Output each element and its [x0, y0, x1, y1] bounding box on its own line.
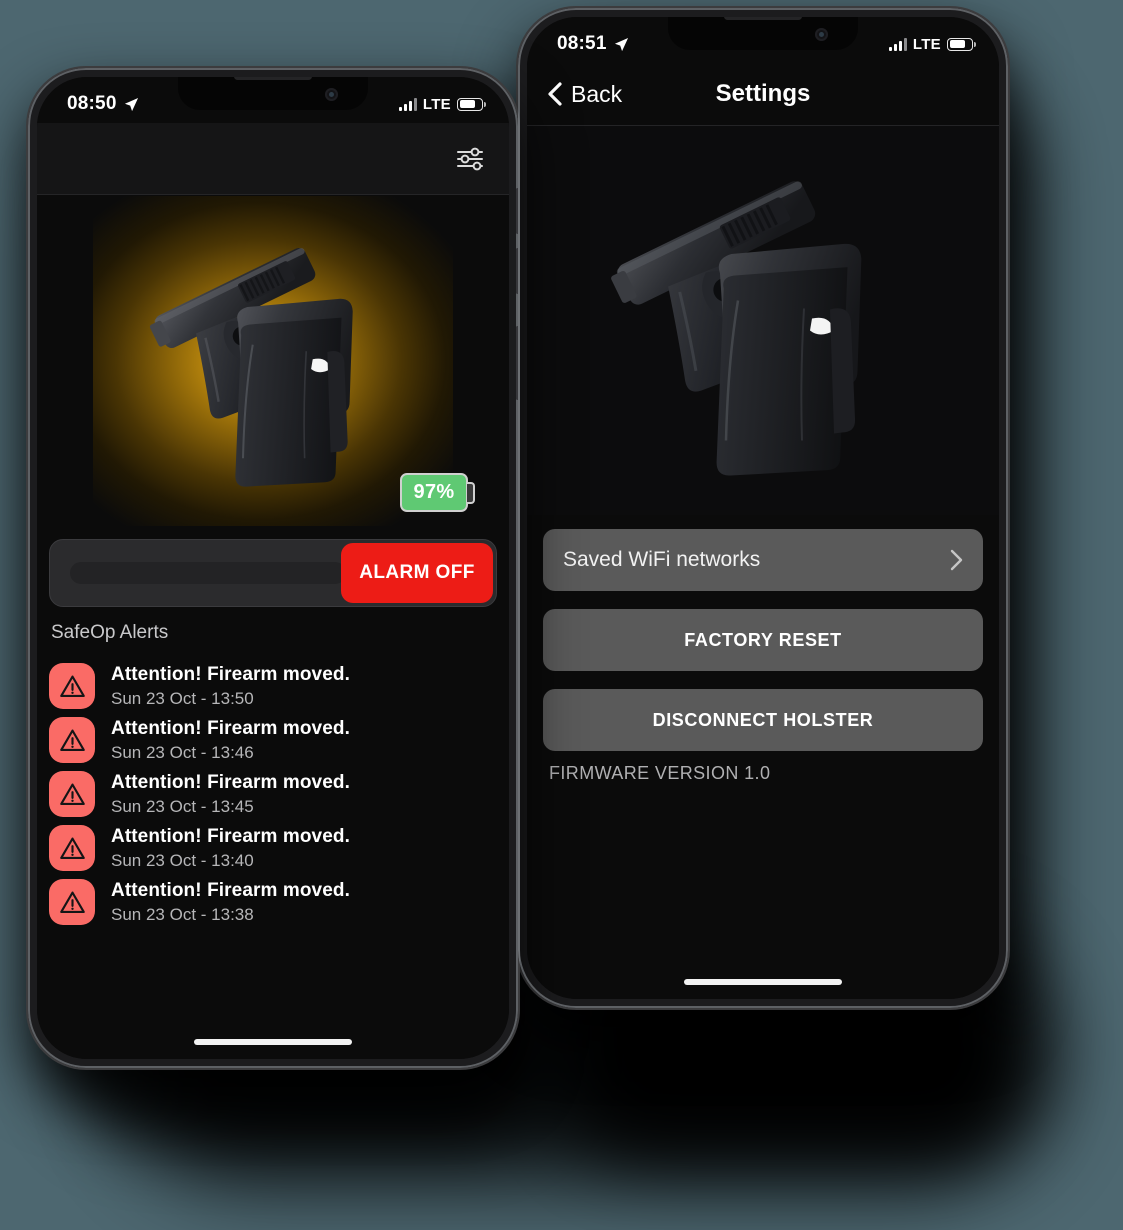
warning-triangle-icon: [49, 717, 95, 763]
front-camera-icon: [325, 88, 338, 101]
firmware-version-label: FIRMWARE VERSION 1.0: [549, 763, 771, 783]
home-phone-device: 97% 08:50 LTE ALARM OFF SafeOp Alerts At…: [28, 68, 518, 1068]
alert-title: Attention! Firearm moved.: [111, 663, 350, 685]
settings-product-hero: [527, 125, 999, 515]
warning-triangle-icon: [49, 825, 95, 871]
alarm-slider[interactable]: ALARM OFF: [49, 539, 497, 607]
factory-reset-button[interactable]: FACTORY RESET: [543, 609, 983, 671]
settings-item-label: FACTORY RESET: [684, 629, 842, 650]
back-button[interactable]: Back: [547, 81, 622, 108]
list-item[interactable]: Attention! Firearm moved. Sun 23 Oct - 1…: [49, 713, 497, 767]
status-indicators: LTE: [888, 35, 976, 53]
warning-triangle-icon: [49, 879, 95, 925]
alert-timestamp: Sun 23 Oct - 13:50: [111, 688, 254, 708]
warning-triangle-icon: [49, 663, 95, 709]
power-button[interactable]: [516, 326, 518, 400]
settings-item-saved-wifi[interactable]: Saved WiFi networks: [543, 529, 983, 591]
back-label: Back: [571, 80, 623, 107]
alert-title: Attention! Firearm moved.: [111, 717, 350, 739]
status-indicators: LTE: [398, 95, 486, 113]
settings-options-list: Saved WiFi networks FACTORY RESET DISCON…: [527, 529, 999, 769]
disconnect-holster-button[interactable]: DISCONNECT HOLSTER: [543, 689, 983, 751]
settings-phone-device: 08:51 LTE Back Settings Saved WiFi netwo…: [518, 8, 1008, 1008]
device-notch: [178, 77, 368, 110]
cellular-bars-icon: [888, 37, 907, 51]
chevron-right-icon: [950, 549, 963, 571]
holster-with-firearm-image: [598, 133, 928, 508]
warning-triangle-icon: [49, 771, 95, 817]
home-app: 97% 08:50 LTE ALARM OFF SafeOp Alerts At…: [37, 77, 509, 1059]
status-time-group: 08:50: [67, 93, 139, 115]
alert-timestamp: Sun 23 Oct - 13:46: [111, 742, 254, 762]
status-time: 08:51: [557, 33, 607, 54]
home-toolbar: [37, 123, 509, 195]
home-phone-screen: 97% 08:50 LTE ALARM OFF SafeOp Alerts At…: [37, 77, 509, 1059]
battery-level-badge: 97%: [400, 473, 475, 512]
battery-icon: [947, 37, 976, 51]
alert-timestamp: Sun 23 Oct - 13:40: [111, 850, 254, 870]
settings-nav-bar: Back Settings: [527, 63, 999, 126]
cellular-bars-icon: [398, 97, 417, 111]
volume-down-button[interactable]: [516, 248, 518, 294]
alert-title: Attention! Firearm moved.: [111, 825, 350, 847]
list-item[interactable]: Attention! Firearm moved. Sun 23 Oct - 1…: [49, 767, 497, 821]
battery-icon: [457, 97, 486, 111]
network-type-label: LTE: [422, 95, 451, 113]
settings-phone-screen: 08:51 LTE Back Settings Saved WiFi netwo…: [527, 17, 999, 999]
list-item[interactable]: Attention! Firearm moved. Sun 23 Oct - 1…: [49, 821, 497, 875]
front-camera-icon: [815, 28, 828, 41]
list-item[interactable]: Attention! Firearm moved. Sun 23 Oct - 1…: [49, 875, 497, 929]
battery-cap: [467, 481, 475, 504]
settings-item-label: DISCONNECT HOLSTER: [652, 709, 874, 730]
home-product-hero: 97%: [37, 196, 509, 526]
alarm-slider-track[interactable]: [70, 562, 346, 584]
status-time-group: 08:51: [557, 33, 629, 55]
battery-percentage: 97%: [400, 473, 468, 512]
settings-app: 08:51 LTE Back Settings Saved WiFi netwo…: [527, 17, 999, 999]
list-item[interactable]: Attention! Firearm moved. Sun 23 Oct - 1…: [49, 659, 497, 713]
device-notch: [668, 17, 858, 50]
volume-up-button[interactable]: [516, 188, 518, 234]
holster-with-firearm-image: [128, 209, 418, 514]
alerts-list: Attention! Firearm moved. Sun 23 Oct - 1…: [37, 659, 509, 1059]
settings-item-label: Saved WiFi networks: [563, 548, 761, 571]
network-type-label: LTE: [912, 35, 941, 53]
earpiece-speaker: [234, 77, 312, 80]
sliders-icon[interactable]: [455, 144, 485, 174]
alert-timestamp: Sun 23 Oct - 13:38: [111, 904, 254, 924]
alarm-off-button[interactable]: ALARM OFF: [341, 543, 493, 603]
location-arrow-icon: [124, 97, 138, 111]
location-arrow-icon: [614, 37, 628, 51]
alert-title: Attention! Firearm moved.: [111, 879, 350, 901]
status-time: 08:50: [67, 93, 117, 114]
chevron-left-icon: [548, 82, 562, 106]
alert-timestamp: Sun 23 Oct - 13:45: [111, 796, 254, 816]
home-indicator[interactable]: [684, 979, 842, 985]
home-indicator[interactable]: [194, 1039, 352, 1045]
alerts-section-title: SafeOp Alerts: [51, 622, 169, 643]
earpiece-speaker: [724, 17, 802, 20]
alert-title: Attention! Firearm moved.: [111, 771, 350, 793]
